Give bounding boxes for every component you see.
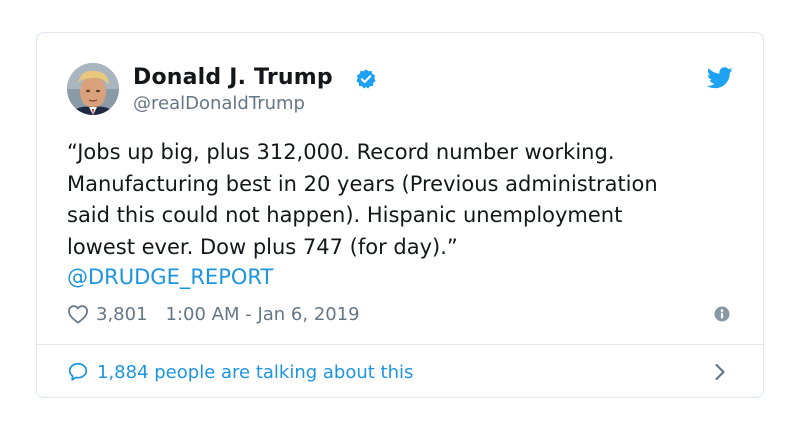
divider: [37, 344, 763, 345]
like-button[interactable]: 3,801: [67, 304, 148, 325]
display-name[interactable]: Donald J. Trump: [133, 65, 333, 90]
heart-icon: [68, 305, 88, 324]
twitter-bird-icon[interactable]: [707, 67, 733, 89]
chevron-right-icon[interactable]: [713, 361, 727, 383]
tweet-text-line: Manufacturing best in 20 years (Previous…: [67, 171, 658, 196]
mention-link[interactable]: @DRUDGE_REPORT: [67, 265, 273, 289]
profile-photo-icon: [67, 63, 119, 115]
like-count: 3,801: [96, 303, 148, 325]
tweet-text-line: “Jobs up big, plus 312,000. Record numbe…: [67, 140, 615, 164]
conversation-link[interactable]: 1,884 people are talking about this: [67, 357, 413, 387]
speech-bubble-icon: [68, 362, 88, 381]
verified-badge-icon: [356, 69, 376, 89]
tweet-text-line: said this could not happen). Hispanic un…: [67, 203, 623, 227]
user-handle[interactable]: @realDonaldTrump: [133, 93, 305, 114]
tweet-text-line: lowest ever. Dow plus 747 (for day).”: [67, 234, 458, 259]
info-icon[interactable]: [714, 306, 730, 322]
tweet-text: “Jobs up big, plus 312,000. Record numbe…: [67, 137, 747, 263]
tweet-card[interactable]: Donald J. Trump @realDonaldTrump “Jobs u…: [36, 32, 764, 398]
timestamp-link[interactable]: 1:00 AM - Jan 6, 2019: [166, 304, 360, 325]
conversation-label: 1,884 people are talking about this: [97, 361, 414, 383]
tweet-meta: 3,801 1:00 AM - Jan 6, 2019: [67, 301, 360, 327]
avatar[interactable]: [67, 63, 119, 115]
